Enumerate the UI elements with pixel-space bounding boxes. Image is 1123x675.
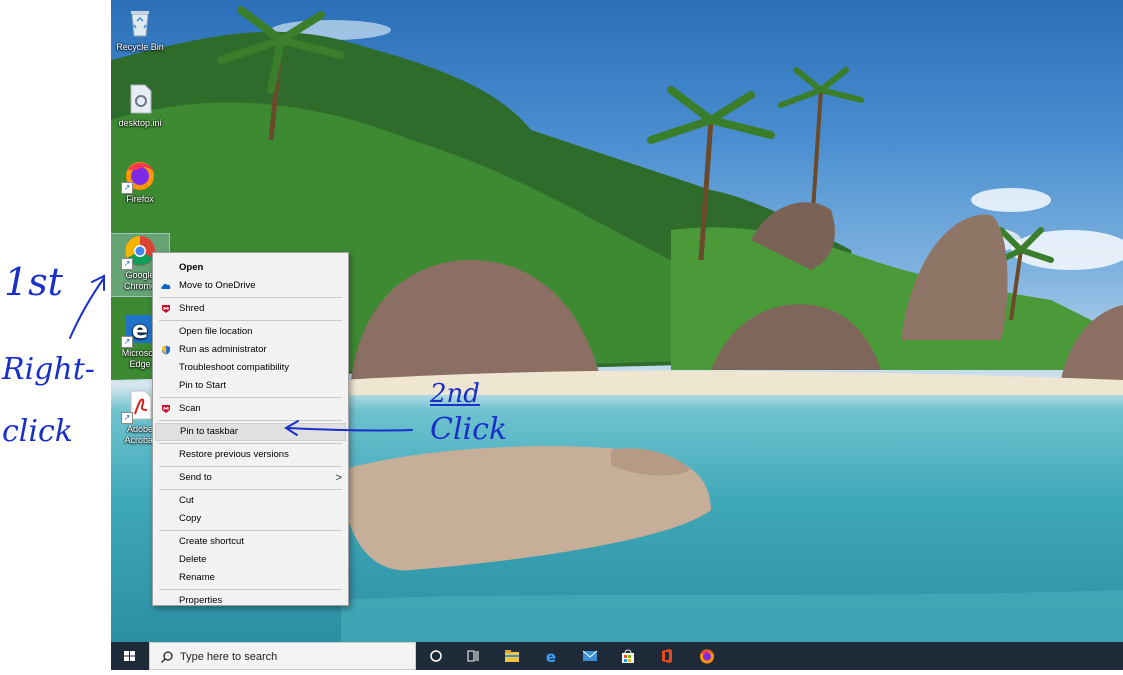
cortana-icon[interactable]	[428, 648, 444, 664]
annotation-arrow-first	[69, 274, 105, 339]
menu-separator	[159, 466, 342, 467]
recycle-bin-icon	[123, 6, 157, 40]
desktop-icon-firefox[interactable]: ↗ Firefox	[111, 158, 169, 205]
firefox-icon[interactable]	[699, 648, 715, 664]
menu-item-move-to-onedrive[interactable]: Move to OneDrive	[153, 277, 348, 295]
taskbar: Type here to search e	[111, 642, 1123, 670]
mcafee-shield-icon	[162, 405, 170, 413]
menu-item-run-as-administrator[interactable]: Run as administrator	[153, 341, 348, 359]
search-icon	[161, 651, 173, 663]
menu-item-pin-to-taskbar[interactable]: Pin to taskbar	[155, 423, 346, 441]
menu-item-open[interactable]: Open	[153, 259, 348, 277]
file-explorer-icon[interactable]	[504, 648, 520, 664]
svg-text:e: e	[132, 316, 148, 344]
desktop-icon-recycle-bin[interactable]: Recycle Bin	[111, 6, 169, 53]
menu-item-shred[interactable]: Shred	[153, 300, 348, 318]
menu-separator	[159, 397, 342, 398]
shortcut-arrow-icon: ↗	[121, 182, 133, 194]
store-icon[interactable]	[620, 648, 636, 664]
menu-item-restore-previous-versions[interactable]: Restore previous versions	[153, 446, 348, 464]
shortcut-arrow-icon: ↗	[121, 412, 133, 424]
desktop-icon-label: Recycle Bin	[116, 42, 164, 52]
menu-item-properties[interactable]: Properties	[153, 592, 348, 610]
edge-icon[interactable]: e	[543, 648, 559, 664]
menu-separator	[159, 320, 342, 321]
shortcut-arrow-icon: ↗	[121, 258, 133, 270]
annotation-first-label: 1st	[4, 260, 63, 304]
desktop-icon-label: desktop.ini	[118, 118, 162, 128]
menu-item-delete[interactable]: Delete	[153, 551, 348, 569]
menu-separator	[159, 443, 342, 444]
taskbar-search-box[interactable]: Type here to search	[149, 642, 416, 670]
start-button[interactable]	[111, 642, 149, 670]
menu-item-cut[interactable]: Cut	[153, 492, 348, 510]
menu-separator	[159, 589, 342, 590]
windows-logo-icon	[124, 651, 135, 661]
onedrive-icon	[161, 283, 171, 289]
chevron-right-icon: >	[335, 472, 342, 484]
menu-item-open-file-location[interactable]: Open file location	[153, 323, 348, 341]
uac-shield-icon	[162, 345, 170, 355]
menu-separator	[159, 297, 342, 298]
annotation-right-label: Right-	[2, 352, 95, 387]
desktop-icon-label: Firefox	[126, 194, 154, 204]
menu-separator	[159, 420, 342, 421]
settings-file-icon	[123, 82, 157, 116]
annotation-click-label: click	[2, 414, 73, 449]
svg-text:e: e	[546, 648, 556, 664]
annotation-second-label: 2nd	[430, 379, 480, 409]
menu-item-send-to[interactable]: Send to >	[153, 469, 348, 487]
context-menu: Open Move to OneDrive Shred Open file lo…	[152, 252, 349, 606]
search-placeholder: Type here to search	[180, 651, 278, 663]
office-icon[interactable]	[659, 648, 675, 664]
desktop-icon-desktop-ini[interactable]: desktop.ini	[111, 82, 169, 129]
mail-icon[interactable]	[582, 648, 598, 664]
menu-item-copy[interactable]: Copy	[153, 510, 348, 528]
menu-item-troubleshoot-compatibility[interactable]: Troubleshoot compatibility	[153, 359, 348, 377]
annotation-second-click-label: Click	[430, 412, 508, 447]
menu-item-scan[interactable]: Scan	[153, 400, 348, 418]
firefox-icon: ↗	[121, 158, 157, 194]
mcafee-shield-icon	[162, 305, 170, 313]
menu-item-pin-to-start[interactable]: Pin to Start	[153, 377, 348, 395]
shortcut-arrow-icon: ↗	[121, 336, 133, 348]
menu-item-create-shortcut[interactable]: Create shortcut	[153, 533, 348, 551]
menu-separator	[159, 530, 342, 531]
menu-item-rename[interactable]: Rename	[153, 569, 348, 587]
task-view-icon[interactable]	[465, 648, 481, 664]
menu-separator	[159, 489, 342, 490]
